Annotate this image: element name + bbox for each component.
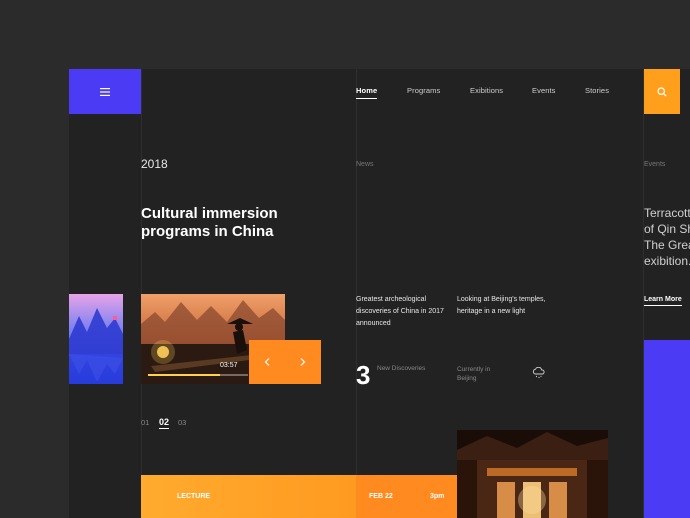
events-line: exibition.: [644, 254, 690, 268]
nav-item-home[interactable]: Home: [356, 86, 378, 99]
discoveries-label: New Discoveries: [377, 365, 426, 372]
temple-image[interactable]: [457, 430, 608, 518]
lecture-type: LECTURE: [177, 493, 211, 500]
events-headline: Terracott of Qin Sh The Grea exibition.: [644, 205, 690, 269]
next-button[interactable]: [291, 350, 315, 374]
carousel-controls: [249, 340, 321, 384]
hamburger-menu-icon: [100, 87, 110, 96]
lecture-date: FEB 22: [369, 493, 393, 500]
page-02[interactable]: 02: [159, 417, 170, 429]
search-button[interactable]: [644, 69, 680, 114]
page-03[interactable]: 03: [178, 418, 186, 427]
temple-picture: [457, 430, 608, 518]
nav-item-programs[interactable]: Programs: [407, 86, 440, 95]
news-item-2[interactable]: Looking at Beijing's temples, heritage i…: [457, 294, 547, 318]
menu-button[interactable]: [69, 69, 141, 114]
page-01[interactable]: 01: [141, 418, 149, 427]
lake-thumbnail[interactable]: [69, 294, 123, 384]
lake-image: [69, 294, 123, 384]
cloud-snow-icon: [532, 367, 545, 379]
discoveries-count: 3: [356, 360, 371, 390]
lecture-time: 3pm: [430, 493, 445, 500]
location-label: Currently in Beijing: [457, 366, 491, 382]
nav-item-stories[interactable]: Stories: [585, 86, 609, 95]
learn-more-link[interactable]: Learn More: [644, 296, 682, 306]
prev-button[interactable]: [255, 350, 279, 374]
chevron-right-icon: [300, 358, 306, 366]
events-accent-block: [644, 340, 690, 518]
search-icon: [657, 86, 667, 97]
nav-item-events[interactable]: Events: [532, 86, 556, 95]
nav-item-exibitions[interactable]: Exibitions: [470, 86, 503, 95]
events-line: Terracott: [644, 206, 690, 220]
hero-year: 2018: [141, 157, 168, 171]
video-time: 03:57: [220, 362, 238, 369]
events-label: Events: [644, 161, 666, 168]
events-line: of Qin Sh: [644, 222, 690, 236]
video-progress-fill: [148, 374, 220, 376]
chevron-left-icon: [264, 358, 270, 366]
lecture-card[interactable]: [141, 475, 356, 518]
events-line: The Grea: [644, 238, 690, 252]
news-label: News: [356, 161, 374, 168]
hero-headline: Cultural immersion programs in China: [141, 205, 278, 240]
news-item-1[interactable]: Greatest archeological discoveries of Ch…: [356, 294, 446, 330]
